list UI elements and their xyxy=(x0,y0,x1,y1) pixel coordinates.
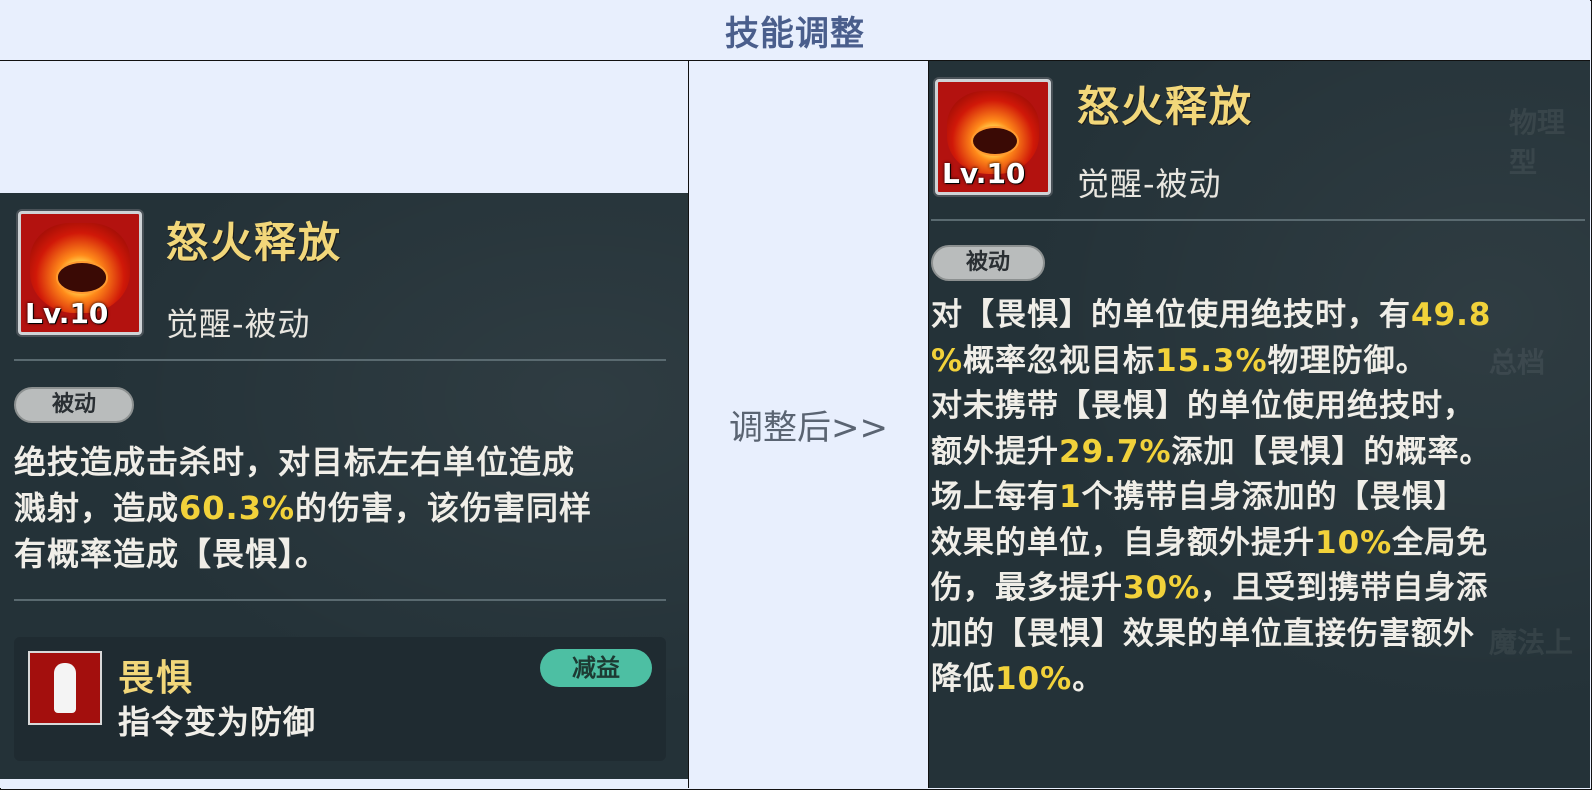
highlight-value: 10% xyxy=(1315,524,1393,561)
description-text: 场上每有 xyxy=(931,479,1059,515)
description-text: 全局免 xyxy=(1392,524,1489,561)
description-line: 对【畏惧】的单位使用绝技时，有49.8 xyxy=(931,293,1492,339)
skill-category: 觉醒-被动 xyxy=(166,305,311,343)
description-text: 概率忽视目标 xyxy=(963,342,1156,379)
description-line: 场上每有1个携带自身添加的【畏惧】 xyxy=(931,475,1492,521)
description-text: 添加【畏惧】的概率。 xyxy=(1171,433,1492,470)
description-text: 的伤害，该伤害同样 xyxy=(295,489,593,527)
skill-tag: 被动 xyxy=(14,387,134,423)
description-text: 。 xyxy=(1072,661,1105,697)
description-line: 绝技造成击杀时，对目标左右单位造成 xyxy=(14,439,592,485)
highlight-value: 15.3% xyxy=(1155,342,1268,379)
highlight-value: 10% xyxy=(995,661,1073,697)
skill-level: Lv.10 xyxy=(25,297,109,330)
table-header: 技能调整 xyxy=(0,0,1590,61)
description-text: 加的【畏惧】效果的单位直接伤害额外 xyxy=(931,615,1475,652)
description-line: 有概率造成【畏惧】。 xyxy=(14,531,592,577)
description-line: 伤，最多提升30%，且受到携带自身添 xyxy=(931,566,1492,612)
skill-level: Lv.10 xyxy=(942,157,1026,190)
status-effect: 指令变为防御 xyxy=(118,703,317,741)
description-line: 效果的单位，自身额外提升10%全局免 xyxy=(931,521,1492,567)
skill-icon: Lv.10 xyxy=(935,79,1051,195)
highlight-value: 30% xyxy=(1123,570,1201,606)
highlight-value: % xyxy=(931,342,964,379)
fear-status-icon xyxy=(28,651,102,725)
status-name: 畏惧 xyxy=(118,658,195,699)
highlight-value: 29.7% xyxy=(1059,433,1172,470)
skill-card-after: 物理型 总档 魔法上 Lv.10 怒火释放 觉醒-被动 被动 对【畏惧】的单位使… xyxy=(929,61,1590,788)
debuff-badge: 减益 xyxy=(540,649,652,687)
skill-name: 怒火释放 xyxy=(1077,82,1254,131)
description-line: 对未携带【畏惧】的单位使用绝技时， xyxy=(931,384,1492,430)
divider xyxy=(14,359,666,361)
highlight-value: 49.8 xyxy=(1411,297,1492,333)
description-line: 加的【畏惧】效果的单位直接伤害额外 xyxy=(931,612,1492,658)
description-line: %概率忽视目标15.3%物理防御。 xyxy=(931,339,1492,385)
description-line: 额外提升29.7%添加【畏惧】的概率。 xyxy=(931,430,1492,476)
description-text: 对未携带【畏惧】的单位使用绝技时， xyxy=(931,388,1475,424)
arrow-column: 调整后>> xyxy=(689,61,929,788)
divider xyxy=(14,599,666,601)
description-text: 有概率造成【畏惧】。 xyxy=(14,535,329,573)
highlight-value: 1 xyxy=(1059,479,1082,515)
description-line: 溅射，造成60.3%的伤害，该伤害同样 xyxy=(14,485,592,531)
description-text: 额外提升 xyxy=(931,433,1059,470)
highlight-value: 60.3% xyxy=(179,489,296,527)
skill-description: 对【畏惧】的单位使用绝技时，有49.8 %概率忽视目标15.3%物理防御。 对未携带… xyxy=(931,293,1492,703)
skill-category: 觉醒-被动 xyxy=(1077,165,1222,203)
description-text: ，且受到携带自身添 xyxy=(1200,570,1489,606)
description-text: 对【畏惧】的单位使用绝技时，有 xyxy=(931,297,1411,333)
skill-icon: Lv.10 xyxy=(18,211,142,335)
skill-card-before: Lv.10 怒火释放 觉醒-被动 被动 绝技造成击杀时，对目标左右单位造成 溅射，… xyxy=(0,193,688,779)
header-title: 技能调整 xyxy=(725,13,865,54)
divider xyxy=(931,219,1585,221)
description-text: 个携带自身添加的【畏惧】 xyxy=(1081,479,1466,515)
status-effect-row: 畏惧 指令变为防御 减益 xyxy=(14,637,666,761)
description-text: 伤，最多提升 xyxy=(931,570,1123,606)
adjusted-label: 调整后>> xyxy=(729,408,888,448)
description-line: 降低10%。 xyxy=(931,657,1492,703)
skill-description: 绝技造成击杀时，对目标左右单位造成 溅射，造成60.3%的伤害，该伤害同样 有概率造… xyxy=(14,439,592,577)
before-column: Lv.10 怒火释放 觉醒-被动 被动 绝技造成击杀时，对目标左右单位造成 溅射，… xyxy=(0,61,689,788)
skill-name: 怒火释放 xyxy=(166,218,343,267)
description-text: 溅射，造成 xyxy=(14,489,180,527)
description-text: 物理防御。 xyxy=(1267,342,1428,379)
skill-tag: 被动 xyxy=(931,245,1045,281)
description-text: 绝技造成击杀时，对目标左右单位造成 xyxy=(14,443,576,481)
description-text: 降低 xyxy=(931,661,995,697)
description-text: 效果的单位，自身额外提升 xyxy=(931,524,1315,561)
